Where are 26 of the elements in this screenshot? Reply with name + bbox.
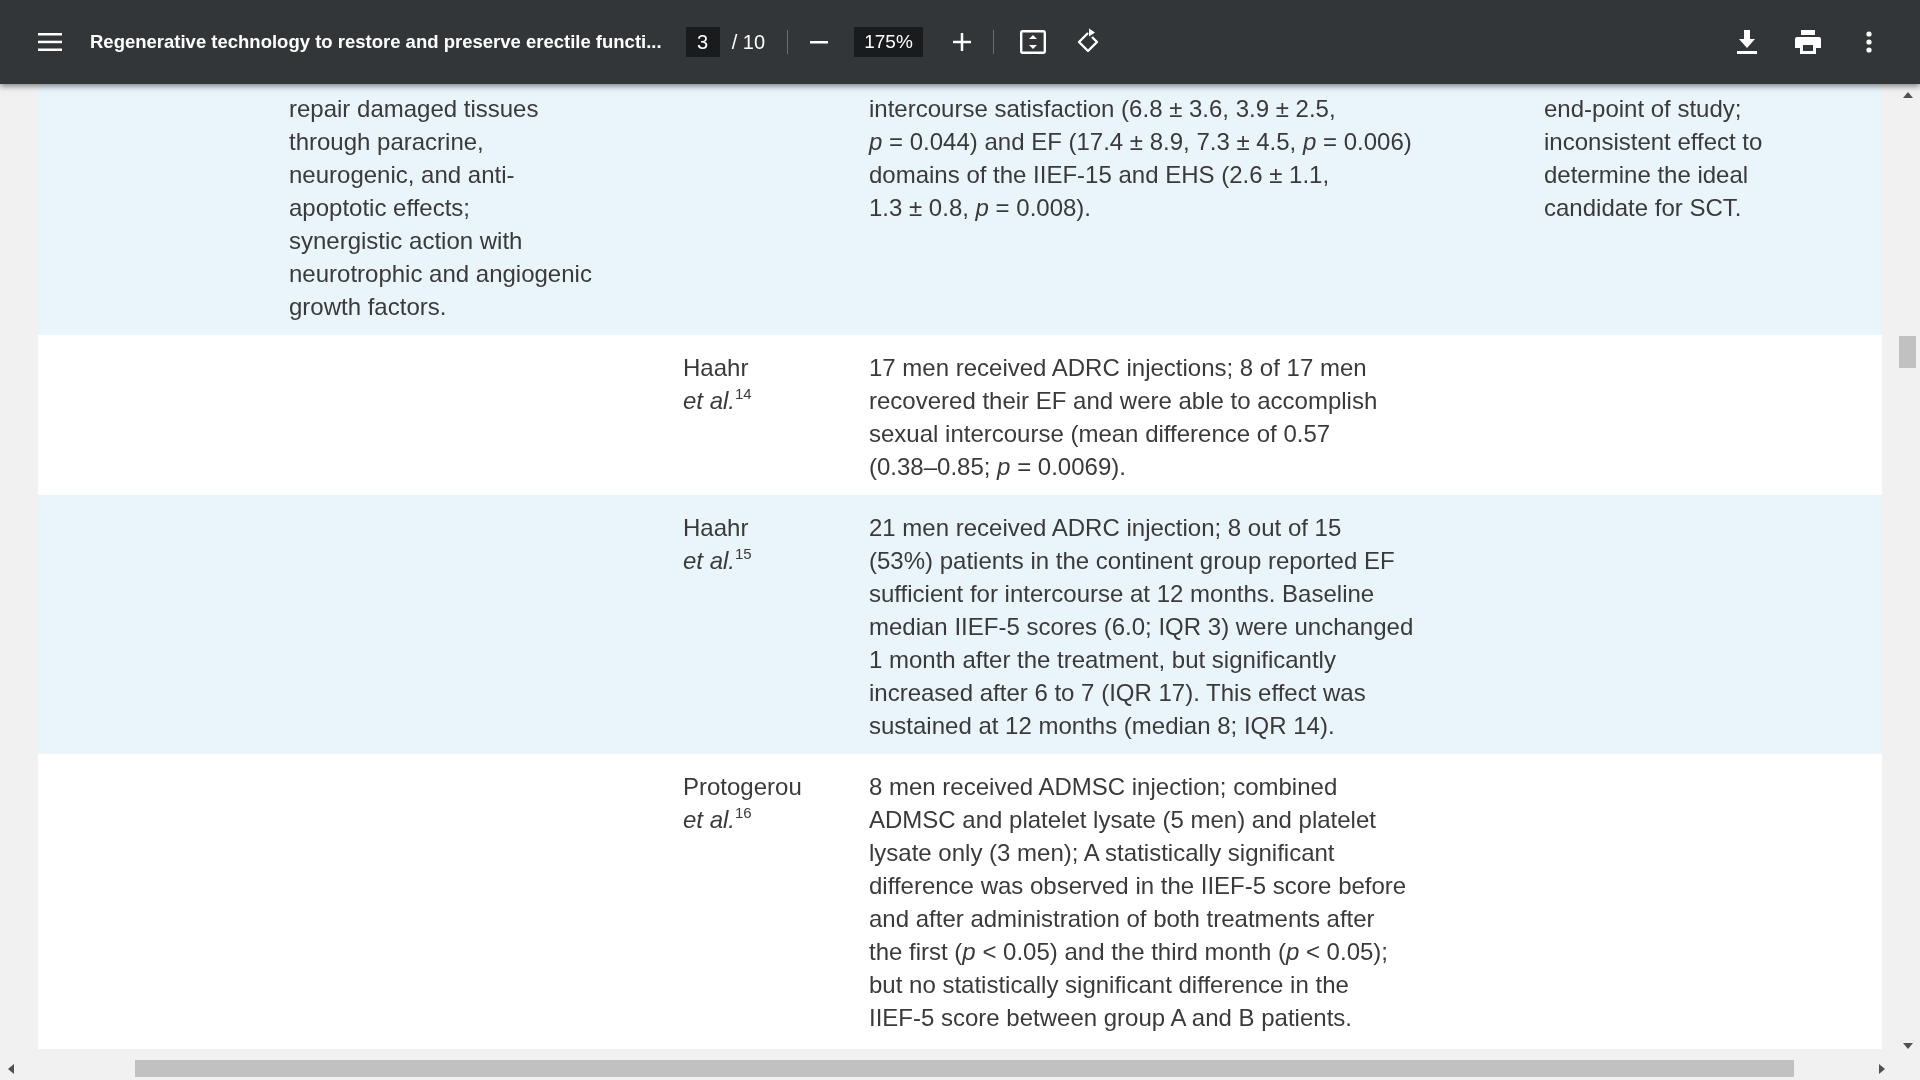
table-cell-text: Protogerou et al.$^{16}$ — [683, 772, 803, 835]
zoom-in-icon[interactable] — [953, 33, 971, 51]
document-title: Regenerative technology to restore and preserve erectile functi... — [90, 31, 662, 53]
zoom-out-icon[interactable] — [810, 40, 828, 44]
table-cell-text: Haahr et al.$^{14}$ — [683, 353, 753, 416]
more-icon[interactable] — [1866, 31, 1872, 53]
table-cell-text: Haahr et al.$^{15}$ — [683, 513, 753, 576]
table-cell-text: 17 men received ADRC injections; 8 of 17 men recovered their EF and were able to accomplish sexual intercourse (mean difference of 0.57 (0.38–0.85; p = 0.0069). — [869, 353, 1379, 482]
zoom-field[interactable]: 175% — [854, 27, 923, 57]
menu-icon[interactable] — [38, 33, 62, 51]
table-cell-text: 8 men received ADMSC injection; combined ADMSC and platelet lysate (5 men) and platelet lysate only (3 men); A statistically significant difference was observed in the IIEF-5 score before and after administration of both treatments after the first (p < 0.05) and the third month (p < 0.05); but no statistically significant difference in the IIEF-5 score between group A and B patients. — [869, 772, 1408, 1033]
table-cell-text: intercourse satisfaction (6.8 ± 3.6, 3.9 ± 2.5, p = 0.044) and EF (17.4 ± 8.9, 7.3 ± 4.5, p = 0.006) domains of the IIEF-15 and EHS (2.6 ± 1.1, 1.3 ± 0.8, p = 0.008). — [869, 94, 1413, 223]
scroll-down-icon[interactable] — [1902, 1043, 1913, 1049]
page-number-field[interactable]: 3 — [685, 27, 720, 57]
table-cell-text: repair damaged tissues through paracrine, neurogenic, and anti- apoptotic effects; synergistic action with neurotrophic and angiogenic growth factors. — [289, 94, 593, 322]
table-cell-text: end-point of study; inconsistent effect to determine the ideal candidate for SCT. — [1544, 94, 1764, 223]
page-count: / 10 — [731, 30, 765, 54]
scroll-right-icon[interactable] — [1879, 1063, 1885, 1074]
download-icon[interactable] — [1737, 30, 1757, 54]
table-cell-text: 21 men received ADRC injection; 8 out of 15 (53%) patients in the continent group reported EF sufficient for intercourse at 12 months. Baseline median IIEF-5 scores (6.0; IQR 3) were unchanged 1 month after the treatment, but significantly increased after 6 to 7 (IQR 17). This effect was sustained at 12 months (median 8; IQR 14). — [869, 513, 1415, 741]
scrollbar-thumb[interactable] — [1899, 336, 1916, 368]
scrollbar-thumb[interactable] — [135, 1060, 1794, 1077]
fit-page-icon[interactable] — [1020, 30, 1046, 54]
print-icon[interactable] — [1795, 30, 1821, 54]
scroll-left-icon[interactable] — [8, 1063, 14, 1074]
scroll-up-icon[interactable] — [1902, 92, 1913, 98]
